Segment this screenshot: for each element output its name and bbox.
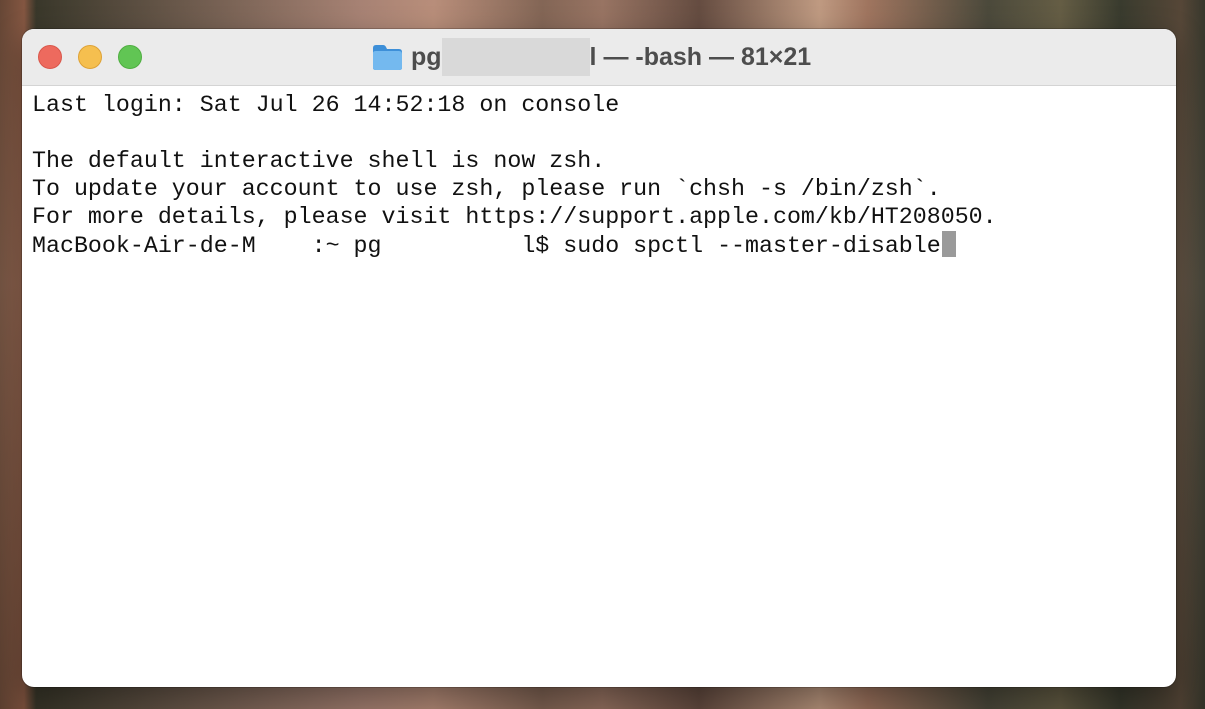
terminal-window[interactable]: pg l — -bash — 81×21 Last login: Sat Jul…: [22, 29, 1176, 687]
terminal-line: The default interactive shell is now zsh…: [32, 148, 606, 174]
terminal-line: Last login: Sat Jul 26 14:52:18 on conso…: [32, 92, 620, 118]
redacted-space: [382, 233, 522, 259]
prompt-path-user: :~ pg: [311, 233, 382, 259]
title-prefix: pg: [411, 42, 442, 71]
prompt-line[interactable]: MacBook-Air-de-M :~ pg l$ sudo spctl --m…: [32, 231, 1166, 259]
redacted-block: [441, 38, 590, 76]
terminal-line: For more details, please visit https://s…: [32, 204, 997, 230]
title-bar[interactable]: pg l — -bash — 81×21: [22, 29, 1176, 86]
redacted-space: [256, 233, 312, 259]
terminal-line: To update your account to use zsh, pleas…: [32, 176, 941, 202]
terminal-output[interactable]: Last login: Sat Jul 26 14:52:18 on conso…: [32, 91, 1166, 677]
folder-icon: [373, 44, 402, 70]
command-text: sudo spctl --master-disable: [563, 233, 941, 259]
prompt-tail: l$: [521, 233, 550, 259]
text-cursor: [941, 231, 956, 257]
prompt-host: MacBook-Air-de-M: [32, 233, 256, 259]
window-title: pg l — -bash — 81×21: [372, 38, 812, 76]
zoom-button[interactable]: [118, 45, 142, 69]
title-suffix: l — -bash — 81×21: [589, 42, 812, 71]
minimize-button[interactable]: [78, 45, 102, 69]
close-button[interactable]: [38, 45, 62, 69]
